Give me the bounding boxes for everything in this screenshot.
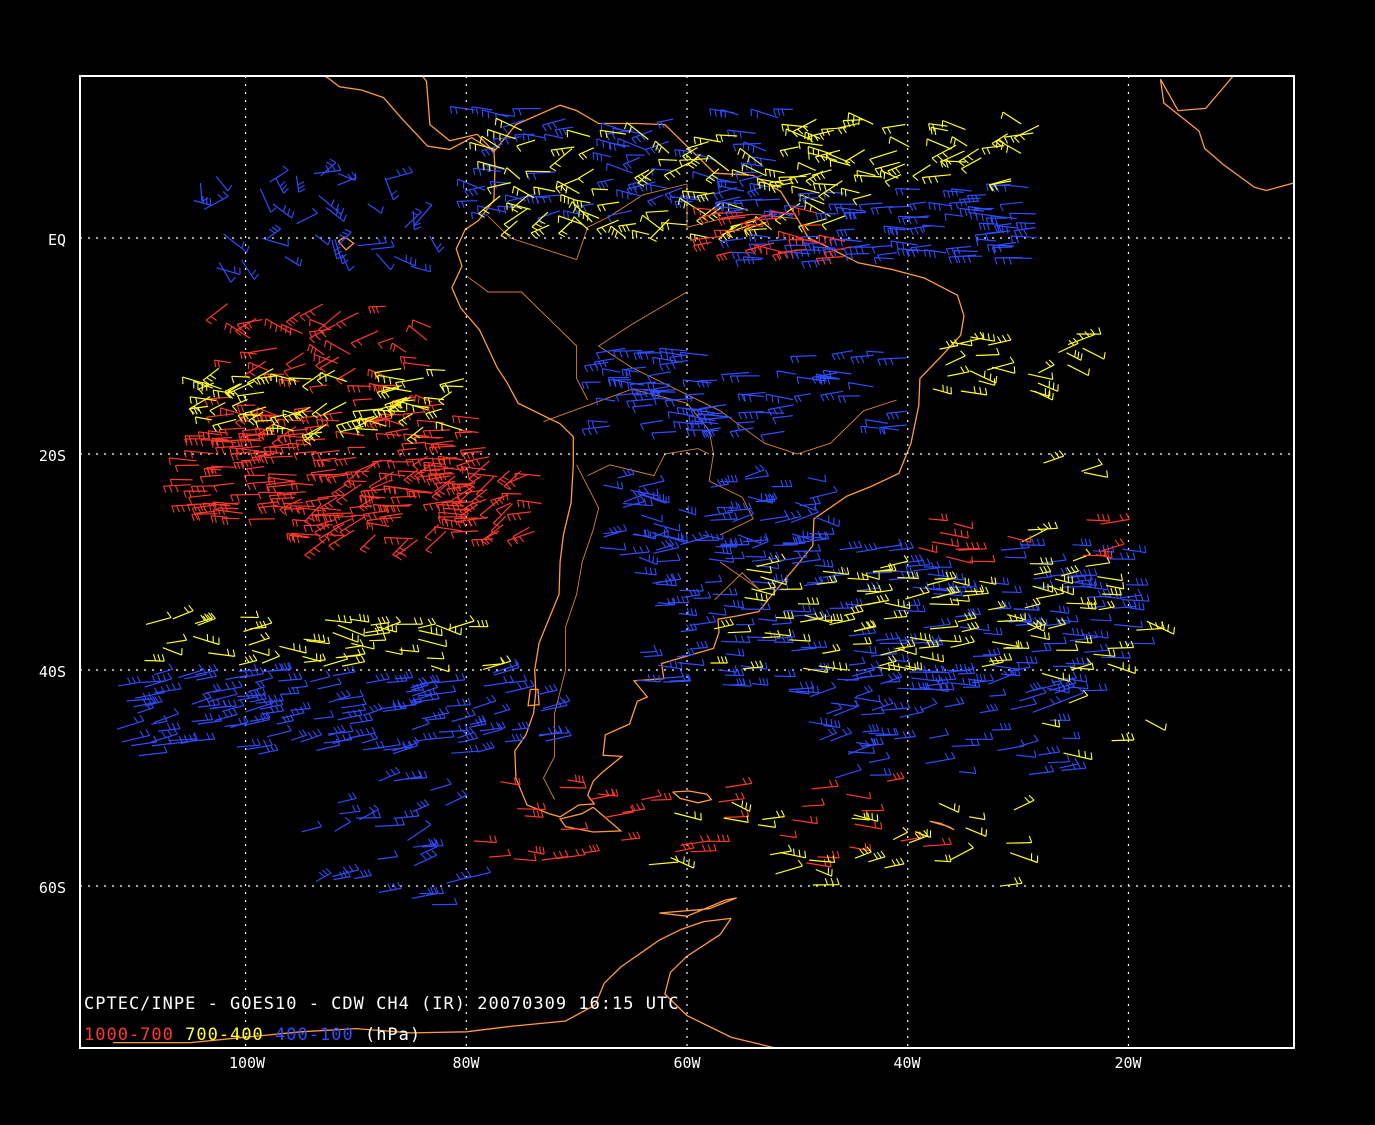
lat-label-60s: 60S [39, 879, 66, 897]
lon-label-60w: 60W [673, 1054, 701, 1072]
legend-high-layer: 400-100 [275, 1025, 354, 1045]
pressure-legend: 1000-700 700-400 400-100 (hPa) [84, 1025, 421, 1045]
lon-label-100w: 100W [229, 1054, 266, 1072]
map-caption: CPTEC/INPE - GOES10 - CDW CH4 (IR) 20070… [84, 994, 679, 1014]
legend-mid-layer: 700-400 [185, 1025, 264, 1045]
lat-label-20s: 20S [39, 447, 66, 465]
wind-map: EQ 20S 40S 60S 100W 80W 60W 40W 20W CPTE… [0, 0, 1375, 1125]
lon-label-20w: 20W [1114, 1054, 1142, 1072]
lon-label-80w: 80W [452, 1054, 480, 1072]
legend-unit: (hPa) [365, 1025, 421, 1045]
lon-label-40w: 40W [893, 1054, 921, 1072]
legend-low-layer: 1000-700 [84, 1025, 174, 1045]
lat-label-eq: EQ [48, 231, 66, 249]
lat-label-40s: 40S [39, 663, 66, 681]
